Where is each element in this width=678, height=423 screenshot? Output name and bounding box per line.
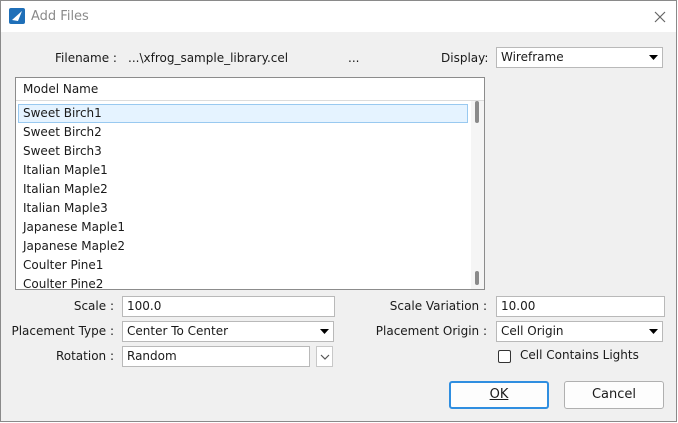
- placement-type-select[interactable]: Center To Center: [122, 321, 334, 342]
- cell-contains-lights-checkbox[interactable]: [498, 350, 511, 363]
- close-icon[interactable]: [646, 5, 674, 29]
- chevron-down-icon: [649, 55, 658, 60]
- placement-origin-value: Cell Origin: [501, 324, 564, 338]
- placement-origin-label: Placement Origin :: [375, 324, 487, 338]
- chevron-down-icon: [320, 329, 329, 334]
- cell-contains-lights-label: Cell Contains Lights: [520, 348, 639, 362]
- rotation-dropdown-button[interactable]: [316, 346, 333, 367]
- placement-type-value: Center To Center: [127, 324, 229, 338]
- list-item[interactable]: Sweet Birch2: [18, 123, 468, 142]
- ok-button-label: OK: [489, 387, 509, 402]
- rotation-label: Rotation :: [55, 349, 114, 363]
- filename-value: ...\xfrog_sample_library.cel: [128, 51, 289, 65]
- list-item[interactable]: Coulter Pine2: [18, 275, 468, 289]
- display-value: Wireframe: [501, 50, 564, 64]
- list-item[interactable]: Sweet Birch1: [18, 104, 468, 123]
- cancel-button-label: Cancel: [591, 387, 637, 402]
- scale-input[interactable]: 100.0: [122, 296, 335, 317]
- display-label: Display:: [441, 51, 489, 65]
- chevron-down-icon: [320, 354, 330, 360]
- column-header-model-name: Model Name: [23, 82, 99, 96]
- rotation-input[interactable]: Random: [122, 346, 310, 367]
- chevron-down-icon: [649, 329, 658, 334]
- window-title: Add Files: [31, 9, 89, 24]
- cancel-button[interactable]: Cancel: [564, 381, 664, 409]
- browse-button[interactable]: ...: [348, 51, 366, 65]
- list-item[interactable]: Italian Maple1: [18, 161, 468, 180]
- list-item[interactable]: Italian Maple3: [18, 199, 468, 218]
- list-scrollbar[interactable]: [471, 101, 484, 289]
- model-list-header[interactable]: Model Name: [16, 78, 484, 101]
- placement-origin-select[interactable]: Cell Origin: [496, 321, 663, 342]
- scrollbar-bottom-thumb[interactable]: [475, 271, 479, 285]
- filename-label: Filename :: [55, 51, 117, 65]
- app-logo-icon: [9, 8, 25, 24]
- display-select[interactable]: Wireframe: [496, 47, 663, 68]
- placement-type-label: Placement Type :: [11, 324, 114, 338]
- list-item[interactable]: Japanese Maple1: [18, 218, 468, 237]
- list-item[interactable]: Japanese Maple2: [18, 237, 468, 256]
- model-list-rows: Sweet Birch1 Sweet Birch2 Sweet Birch3 I…: [18, 104, 468, 289]
- list-item[interactable]: Coulter Pine1: [18, 256, 468, 275]
- add-files-dialog: Add Files Filename : ...\xfrog_sample_li…: [0, 0, 677, 422]
- scrollbar-thumb[interactable]: [475, 101, 479, 123]
- scale-label: Scale :: [73, 299, 114, 313]
- scale-variation-input[interactable]: 10.00: [496, 296, 665, 317]
- model-list[interactable]: Model Name Sweet Birch1 Sweet Birch2 Swe…: [15, 77, 485, 290]
- list-item[interactable]: Italian Maple2: [18, 180, 468, 199]
- title-bar: Add Files: [1, 1, 676, 32]
- scale-variation-label: Scale Variation :: [389, 299, 487, 313]
- list-item[interactable]: Sweet Birch3: [18, 142, 468, 161]
- ok-button[interactable]: OK: [449, 381, 549, 409]
